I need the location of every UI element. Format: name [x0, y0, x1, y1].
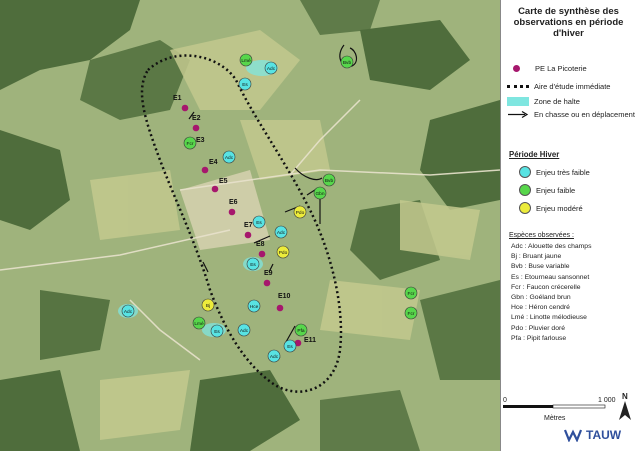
- species-marker-label: Pdo: [279, 250, 288, 256]
- species-marker-label: Fcr: [187, 141, 194, 147]
- species-marker-label: Pdo: [296, 210, 305, 216]
- species-item: Lmé : Linotte mélodieuse: [511, 314, 587, 322]
- turbine-label: E5: [219, 178, 228, 185]
- species-item: Bj : Bruant jaune: [511, 253, 562, 261]
- species-marker-label: Pfa: [297, 328, 305, 334]
- turbine-point: [276, 304, 284, 312]
- turbine-label: E11: [304, 337, 316, 344]
- species-marker-label: Lmé: [194, 321, 204, 327]
- legend-enjeu-tres-faible: Enjeu très faible: [507, 166, 590, 178]
- species-marker-label: Es: [256, 220, 262, 226]
- period-title: Période Hiver: [509, 150, 560, 159]
- turbine-label: E7: [244, 222, 253, 229]
- enjeu-moderate-swatch-icon: [519, 202, 531, 214]
- enjeu-label: Enjeu très faible: [536, 167, 590, 177]
- turbine-point: [192, 124, 200, 132]
- map-canvas: E1 E2 E3 E4 E5 E6 E7 E8 E9 E10 E11 Lmé Adc Es Bvb Fcr A…: [0, 0, 500, 451]
- legend-label-study-area: Aire d'étude immédiate: [534, 82, 611, 91]
- map-figure: E1 E2 E3 E4 E5 E6 E7 E8 E9 E10 E11 Lmé Adc Es Bvb Fcr A…: [0, 0, 635, 451]
- species-marker-label: Adc: [277, 230, 286, 236]
- species-marker-label: Es: [287, 344, 293, 350]
- legend-label-arrow: En chasse ou en déplacement: [534, 110, 635, 119]
- enjeu-label: Enjeu faible: [536, 185, 576, 195]
- species-marker-label: Es: [250, 262, 256, 268]
- species-marker-label: Fcr: [408, 291, 415, 297]
- north-label: N: [622, 392, 628, 401]
- species-marker-label: Es: [242, 82, 248, 88]
- arrow-icon: [508, 110, 529, 119]
- turbine-point: [211, 185, 219, 193]
- species-item: Gbn : Goéland brun: [511, 294, 571, 302]
- scale-bar: 0 1 000 Mètres N: [503, 392, 631, 422]
- turbine-label: E10: [278, 293, 291, 300]
- scale-unit-label: Mètres: [544, 415, 566, 422]
- species-marker-label: Adc: [267, 66, 276, 72]
- dotted-line-icon: [507, 85, 529, 88]
- species-marker-label: Fcr: [408, 311, 415, 317]
- tauw-logo-icon: [564, 429, 582, 442]
- species-item: Hce : Héron cendré: [511, 304, 570, 312]
- species-list: Adc : Alouette des champs Bj : Bruant ja…: [511, 242, 591, 344]
- turbine-point: [228, 208, 236, 216]
- logo-text: TAUW: [586, 428, 622, 442]
- turbine-label: E8: [256, 241, 265, 248]
- species-marker-label: Es: [214, 329, 220, 335]
- species-item: Adc : Alouette des champs: [511, 243, 592, 250]
- legend-enjeu-faible: Enjeu faible: [507, 184, 575, 196]
- logo: TAUW: [564, 428, 621, 442]
- species-item: Pdo : Pluvier doré: [511, 324, 566, 332]
- species-item: Pfa : Pipit farlouse: [511, 334, 567, 342]
- species-marker-label: Lmé: [241, 58, 251, 64]
- scale-start-label: 0: [503, 397, 507, 404]
- enjeu-low-swatch-icon: [519, 184, 531, 196]
- legend-label-halte: Zone de halte: [534, 97, 580, 106]
- species-item: Es : Etourneau sansonnet: [511, 273, 590, 281]
- legend-label-turbine: PE La Picoterie: [535, 64, 587, 73]
- legend-enjeu-modere: Enjeu modéré: [507, 202, 583, 214]
- enjeu-label: Enjeu modéré: [536, 203, 583, 213]
- species-marker-label: Bvb: [343, 60, 352, 66]
- turbine-point: [263, 279, 271, 287]
- species-marker-label: Gbn: [315, 191, 324, 197]
- legend-item-arrow: En chasse ou en déplacement: [507, 110, 635, 119]
- scale-end-label: 1 000: [598, 397, 616, 404]
- north-arrow-icon: [619, 401, 631, 420]
- species-marker-label: Adc: [124, 309, 133, 315]
- species-item: Fcr : Faucon crécerelle: [511, 283, 581, 291]
- turbine-label: E4: [209, 159, 218, 166]
- turbine-point: [181, 104, 189, 112]
- turbine-point: [258, 250, 266, 258]
- legend-item-halte: Zone de halte: [507, 97, 580, 106]
- legend-item-study-area: Aire d'étude immédiate: [507, 82, 610, 91]
- species-item: Bvb : Buse variable: [511, 263, 570, 271]
- turbine-point: [244, 231, 252, 239]
- turbine-label: E1: [173, 95, 182, 102]
- enjeu-very-low-swatch-icon: [519, 166, 531, 178]
- legend-item-turbine: PE La Picoterie: [507, 64, 587, 73]
- species-marker-label: Adc: [225, 155, 234, 161]
- turbine-point: [201, 166, 209, 174]
- species-marker-label: Bvb: [325, 178, 334, 184]
- species-marker-label: Hce: [250, 304, 259, 310]
- turbine-label: E3: [196, 137, 205, 144]
- turbine-label: E6: [229, 199, 238, 206]
- turbine-label: E9: [264, 270, 273, 277]
- species-marker-label: Bj: [206, 303, 210, 309]
- turbine-symbol-icon: [513, 65, 520, 72]
- species-marker-label: Adc: [240, 328, 249, 334]
- species-marker-label: Adc: [270, 354, 279, 360]
- legend-panel: Carte de synthèse des observations en pé…: [500, 0, 635, 451]
- species-title: Espèces observées :: [509, 232, 574, 239]
- turbine-label: E2: [192, 115, 201, 122]
- legend-title: Carte de synthèse des observations en pé…: [513, 6, 624, 39]
- halte-zone-swatch-icon: [507, 97, 529, 106]
